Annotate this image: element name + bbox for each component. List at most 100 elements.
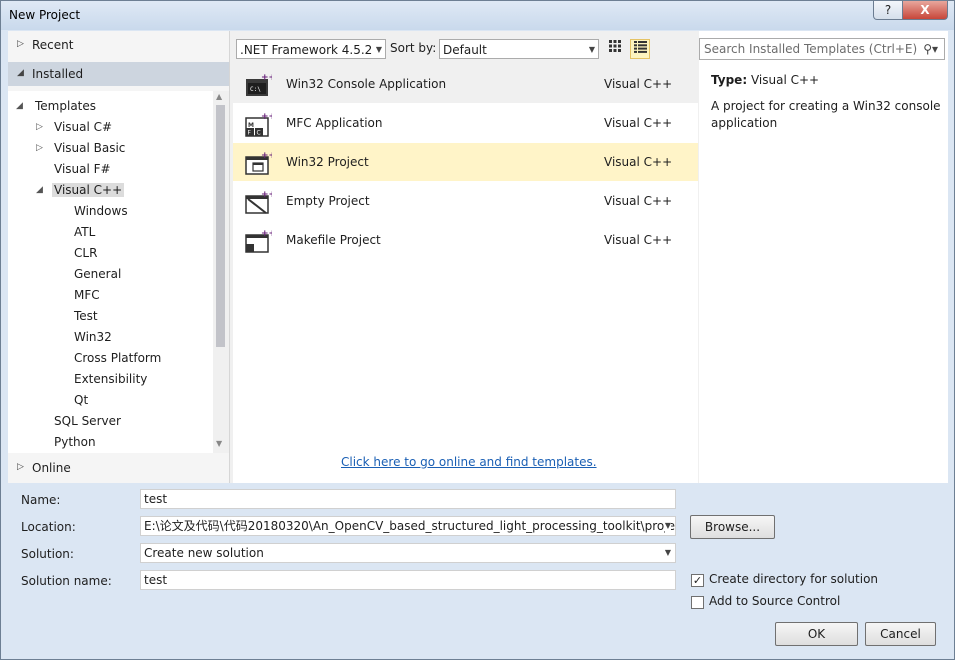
collapse-arrow-icon: ◢ [36,185,43,195]
cancel-button[interactable]: Cancel [865,622,936,646]
expand-arrow-icon: ▷ [17,39,24,49]
framework-dropdown[interactable]: .NET Framework 4.5.2 ▼ [236,39,386,59]
svg-text:++: ++ [261,190,272,200]
tree-item-atl[interactable]: ATL [74,222,95,242]
tree-scrollbar[interactable]: ▲ ▼ [213,91,229,453]
collapse-arrow-icon: ◢ [17,68,24,78]
browse-button[interactable]: Browse... [690,515,775,539]
template-language: Visual C++ [604,233,673,247]
template-row-makefile-project[interactable]: ++ Makefile Project Visual C++ [233,221,698,259]
tree-label: Windows [74,204,128,218]
solution-dropdown[interactable]: Create new solution ▼ [140,543,676,563]
console-app-icon: C:\ ++ [246,73,272,96]
online-label: Online [32,461,71,475]
scrollbar-thumb[interactable] [216,105,225,347]
sort-value: Default [443,43,487,57]
tree-item-templates[interactable]: ◢ Templates [16,96,96,116]
project-name-value: test [144,492,168,506]
template-row-mfc-application[interactable]: M F C ++ MFC Application Visual C++ [233,104,698,142]
tree-label: Templates [35,99,97,113]
search-icon[interactable]: ⚲▾ [923,39,938,59]
collapse-arrow-icon: ◢ [16,101,23,111]
tree-item-visual-basic[interactable]: ▷ Visual Basic [36,138,125,158]
ok-button[interactable]: OK [775,622,858,646]
installed-label: Installed [32,67,84,81]
solution-value: Create new solution [144,546,264,560]
template-name: Makefile Project [286,233,381,247]
window-title: New Project [9,8,81,22]
tree-item-clr[interactable]: CLR [74,243,97,263]
svg-text:++: ++ [261,151,272,161]
tree-item-qt[interactable]: Qt [74,390,88,410]
template-tree: ◢ Templates ▷ Visual C# ▷ Visual Basic V… [8,91,229,453]
tree-item-python[interactable]: Python [54,432,96,452]
framework-value: .NET Framework 4.5.2 [240,43,373,57]
tree-label: Test [74,309,98,323]
tree-item-visual-cpp[interactable]: ◢ Visual C++ [36,180,125,200]
chevron-down-icon: ▼ [588,45,595,54]
template-name: MFC Application [286,116,383,130]
scroll-down-arrow-icon[interactable]: ▼ [216,439,222,448]
template-row-win32-project[interactable]: ++ Win32 Project Visual C++ [233,143,698,181]
tree-label: CLR [74,246,98,260]
template-row-empty-project[interactable]: ++ Empty Project Visual C++ [233,182,698,220]
tree-item-test[interactable]: Test [74,306,98,326]
find-online-templates-link[interactable]: Click here to go online and find templat… [341,455,597,469]
template-language: Visual C++ [604,194,673,208]
expand-arrow-icon: ▷ [36,122,43,132]
chevron-down-icon: ▼ [375,45,382,54]
makefile-project-icon: ++ [245,229,272,253]
template-name: Win32 Console Application [286,77,447,91]
installed-section[interactable]: ◢ Installed [8,62,229,86]
expand-arrow-icon: ▷ [36,143,43,153]
source-control-checkbox[interactable] [691,596,704,609]
online-section[interactable]: ▷ Online [8,456,229,480]
create-directory-label: Create directory for solution [709,572,879,586]
tree-label: ATL [74,225,96,239]
search-placeholder: Search Installed Templates (Ctrl+E) [704,42,918,56]
tree-item-windows[interactable]: Windows [74,201,128,221]
recent-label: Recent [32,38,74,52]
tree-item-general[interactable]: General [74,264,121,284]
list-view-button[interactable] [630,39,650,59]
location-combo[interactable]: E:\论文及代码\代码20180320\An_OpenCV_based_stru… [140,516,676,536]
expand-arrow-icon: ▷ [17,462,24,472]
close-button[interactable]: X [902,1,948,20]
tree-item-win32[interactable]: Win32 [74,327,112,347]
help-button[interactable]: ? [873,1,903,20]
project-name-input[interactable]: test [140,489,676,509]
sort-by-label: Sort by: [390,41,437,55]
small-icons-view-button[interactable] [605,39,625,59]
chevron-down-icon: ▼ [664,517,671,535]
template-row-win32-console[interactable]: C:\ ++ Win32 Console Application Visual … [233,65,698,103]
recent-section[interactable]: ▷ Recent [8,33,229,57]
svg-text:M: M [248,122,254,129]
solution-name-value: test [144,573,168,587]
sort-dropdown[interactable]: Default ▼ [439,39,599,59]
tree-item-extensibility[interactable]: Extensibility [74,369,147,389]
scroll-up-arrow-icon[interactable]: ▲ [216,92,222,101]
search-input[interactable]: Search Installed Templates (Ctrl+E) ⚲▾ [699,38,945,60]
svg-text:++: ++ [261,229,272,239]
tree-item-visual-fsharp[interactable]: Visual F# [54,159,111,179]
category-pane: ▷ Recent ◢ Installed ◢ Templates ▷ Visua… [8,31,230,483]
tree-label: Visual C# [54,120,113,134]
svg-text:++: ++ [261,73,272,83]
tree-item-mfc[interactable]: MFC [74,285,100,305]
tree-label: Win32 [74,330,112,344]
create-directory-checkbox[interactable]: ✓ [691,574,704,587]
title-bar: New Project ? X [1,1,954,30]
template-toolbar: .NET Framework 4.5.2 ▼ Sort by: Default … [233,31,698,65]
template-language: Visual C++ [604,155,673,169]
tree-item-sql-server[interactable]: SQL Server [54,411,121,431]
list-view-icon [633,41,647,53]
template-language: Visual C++ [604,116,673,130]
tree-label: Qt [74,393,89,407]
empty-project-icon: ++ [245,190,272,214]
tree-item-visual-csharp[interactable]: ▷ Visual C# [36,117,112,137]
solution-name-input[interactable]: test [140,570,676,590]
tree-item-cross-platform[interactable]: Cross Platform [74,348,161,368]
tree-label: MFC [74,288,100,302]
win32-project-icon: ++ [245,151,272,175]
source-control-label: Add to Source Control [709,594,841,608]
